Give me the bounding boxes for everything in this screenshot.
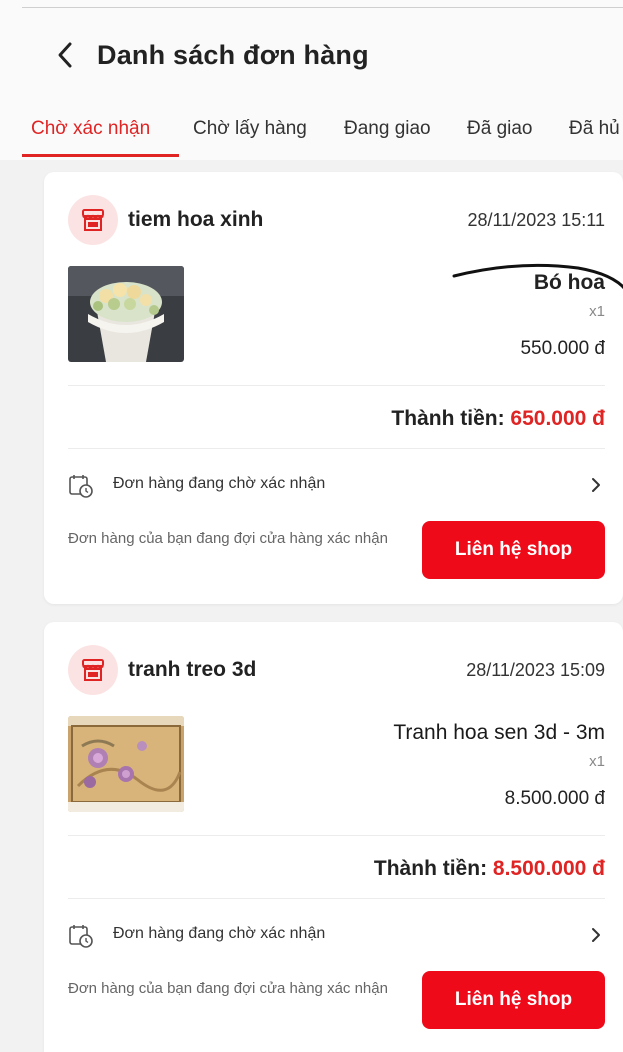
order-date: 28/11/2023 15:09 <box>466 660 605 680</box>
calendar-clock-icon <box>69 475 93 498</box>
divider <box>68 835 605 836</box>
total-label: Thành tiền: <box>373 857 488 880</box>
tab-da-giao[interactable]: Đã giao <box>467 110 533 158</box>
back-button[interactable] <box>50 38 80 72</box>
order-card[interactable]: tiem hoa xinh 28/11/2023 15:11 Bó hoa x1… <box>44 172 623 604</box>
product-quantity: x1 <box>589 753 605 770</box>
tab-dang-giao[interactable]: Đang giao <box>344 110 431 158</box>
order-status-tabs: Chờ xác nhận Chờ lấy hàng Đang giao Đã g… <box>0 110 623 158</box>
chevron-left-icon <box>58 42 72 68</box>
chevron-right-icon <box>592 928 600 942</box>
tab-da-huy[interactable]: Đã hủ <box>569 110 620 158</box>
product-quantity: x1 <box>589 303 605 320</box>
page-title: Danh sách đơn hàng <box>97 40 369 70</box>
product-price: 8.500.000 đ <box>504 788 605 809</box>
divider <box>68 898 605 899</box>
divider <box>68 385 605 386</box>
shop-avatar <box>68 195 118 245</box>
total-amount: 8.500.000 đ <box>492 857 605 880</box>
divider <box>68 448 605 449</box>
product-price: 550.000 đ <box>520 338 605 359</box>
status-text: Đơn hàng đang chờ xác nhận <box>113 475 326 492</box>
product-image-lotus-painting[interactable] <box>68 716 184 812</box>
order-total: Thành tiền: 650.000 đ <box>391 405 605 433</box>
calendar-clock-icon <box>69 925 93 948</box>
store-icon <box>82 209 104 231</box>
total-amount: 650.000 đ <box>510 407 605 430</box>
product-name: Bó hoa <box>533 271 605 294</box>
tab-cho-lay-hang[interactable]: Chờ lấy hàng <box>193 110 307 158</box>
product-image-flower-bouquet[interactable] <box>68 266 184 362</box>
order-date: 28/11/2023 15:11 <box>467 210 605 230</box>
status-text: Đơn hàng đang chờ xác nhận <box>113 925 326 942</box>
chevron-right-icon <box>592 478 600 492</box>
order-status-row[interactable]: Đơn hàng đang chờ xác nhận <box>68 918 605 952</box>
order-card[interactable]: tranh treo 3d 28/11/2023 15:09 Tranh hoa… <box>44 622 623 1052</box>
total-label: Thành tiền: <box>391 407 505 430</box>
order-note: Đơn hàng của bạn đang đợi cửa hàng xác n… <box>68 530 388 547</box>
contact-shop-button[interactable]: Liên hệ shop <box>422 521 605 579</box>
active-tab-indicator <box>22 154 179 157</box>
store-icon <box>82 659 104 681</box>
order-total: Thành tiền: 8.500.000 đ <box>374 855 605 883</box>
shop-name[interactable]: tiem hoa xinh <box>128 207 263 233</box>
top-divider <box>22 7 623 8</box>
order-status-row[interactable]: Đơn hàng đang chờ xác nhận <box>68 468 605 502</box>
shop-avatar <box>68 645 118 695</box>
product-name: Tranh hoa sen 3d - 3m <box>393 721 605 744</box>
contact-shop-button[interactable]: Liên hệ shop <box>422 971 605 1029</box>
order-note: Đơn hàng của bạn đang đợi cửa hàng xác n… <box>68 980 388 997</box>
tab-cho-xac-nhan[interactable]: Chờ xác nhận <box>31 110 150 158</box>
shop-name[interactable]: tranh treo 3d <box>128 657 256 683</box>
